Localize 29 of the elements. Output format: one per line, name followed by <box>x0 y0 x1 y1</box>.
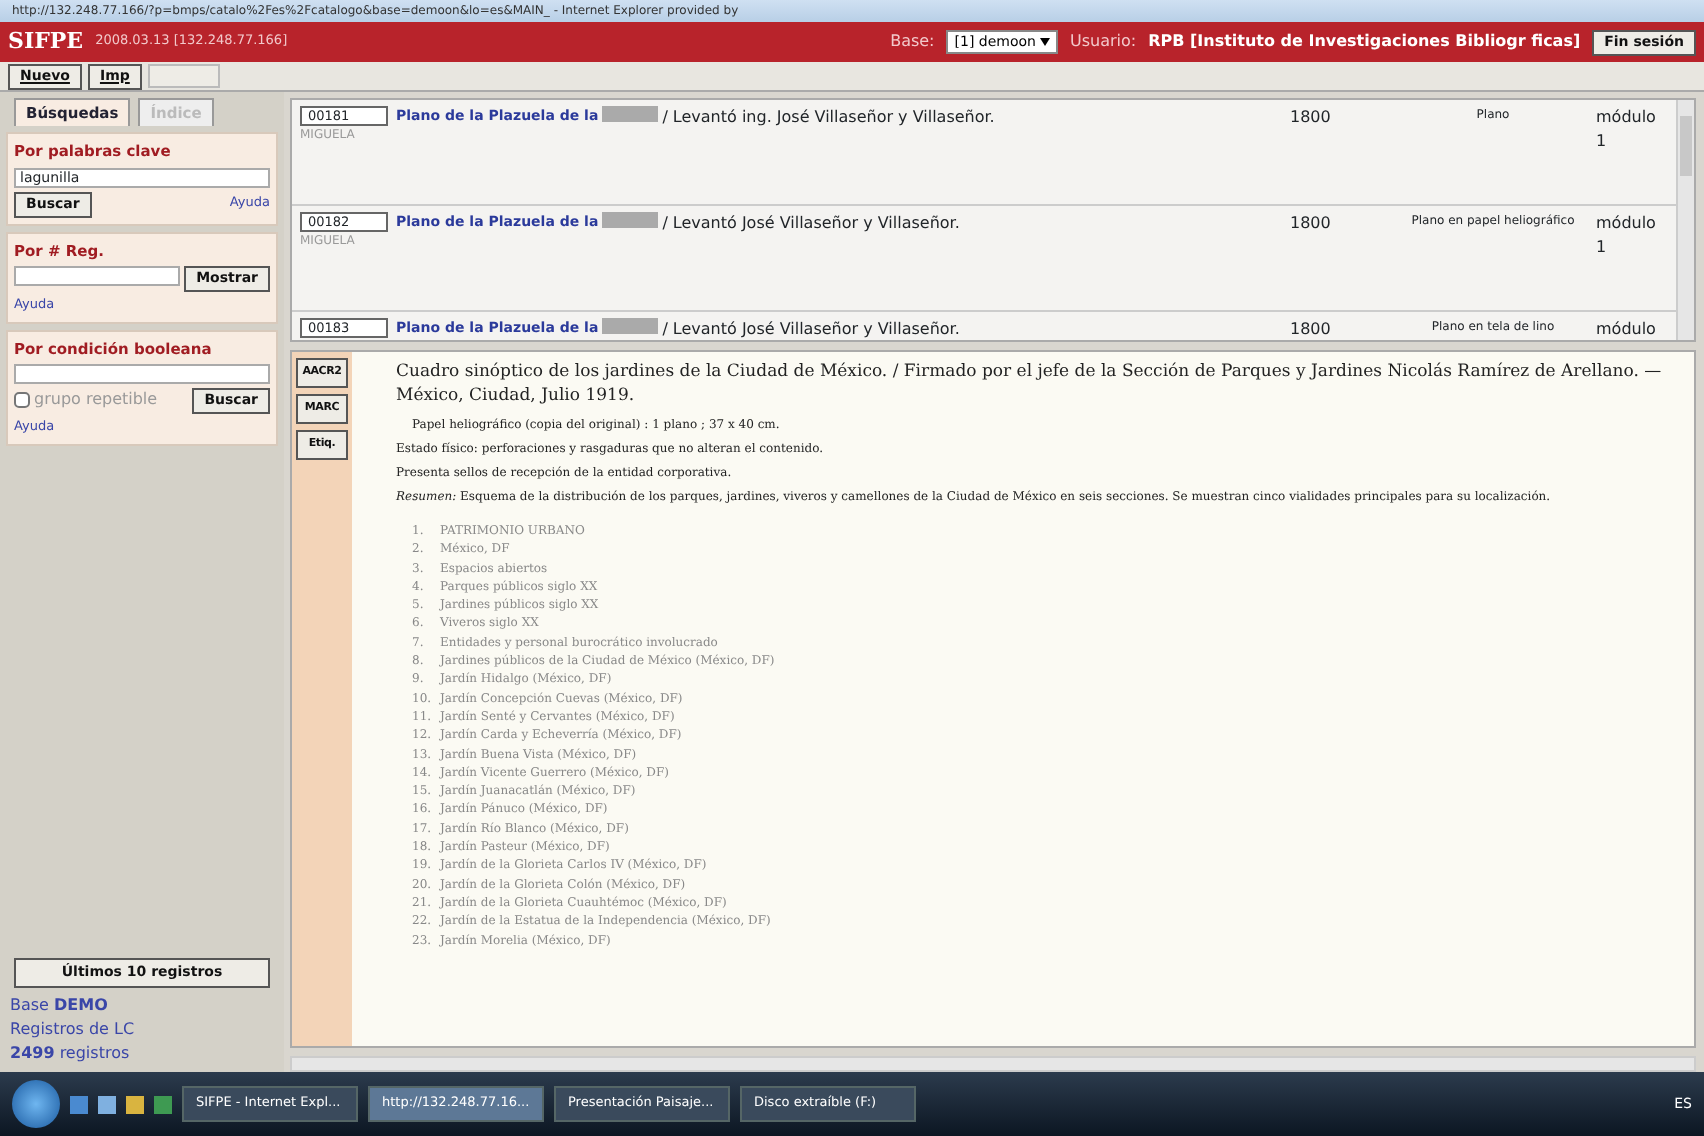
app-name: SIFPE <box>8 25 84 58</box>
redaction-block <box>602 212 659 228</box>
record-year: 1800 <box>1290 318 1333 340</box>
records-label: Registros de LC <box>10 1018 137 1042</box>
record-author: / Levantó José Villaseñor y Villaseñor. <box>662 318 960 340</box>
user-label: Usuario: <box>1069 30 1137 54</box>
record-author: / Levantó ing. José Villaseñor y Villaseñor. <box>662 106 995 130</box>
base-label: Base: <box>890 30 935 54</box>
boolean-field[interactable] <box>14 363 270 384</box>
base-info: Base DEMO <box>10 994 110 1018</box>
record-year: 1800 <box>1290 106 1333 130</box>
scrollbar[interactable] <box>290 1056 1696 1072</box>
record-location: módulo 1 <box>1596 106 1658 154</box>
user-name: RPB [Instituto de Investigaciones Bibliogr ficas] <box>1148 30 1581 54</box>
scrollbar[interactable] <box>1676 100 1694 340</box>
count-label: registros <box>59 1044 130 1062</box>
checkbox[interactable] <box>14 392 30 409</box>
record-location: módulo <box>1596 318 1658 340</box>
checkbox-label: grupo repetible <box>34 388 158 413</box>
dropdown-caret-icon <box>1039 38 1050 46</box>
redaction-block <box>602 318 659 334</box>
record-description: Cuadro sinóptico de los jardines de la Ciudad de México. / Firmado por el jefe de la Sección de Parques y Jardines Nicolás Ramírez de Arellano. — México, Ciudad, Julio 1919. <box>396 360 1664 408</box>
record-year: 1800 <box>1290 212 1333 236</box>
record-number-field[interactable] <box>14 265 181 286</box>
redaction-block <box>602 106 659 122</box>
start-button[interactable] <box>12 1080 60 1128</box>
record-count: 2499 <box>10 1044 55 1062</box>
record-author: / Levantó José Villaseñor y Villaseñor. <box>662 212 960 236</box>
record-location: módulo 1 <box>1596 212 1658 260</box>
